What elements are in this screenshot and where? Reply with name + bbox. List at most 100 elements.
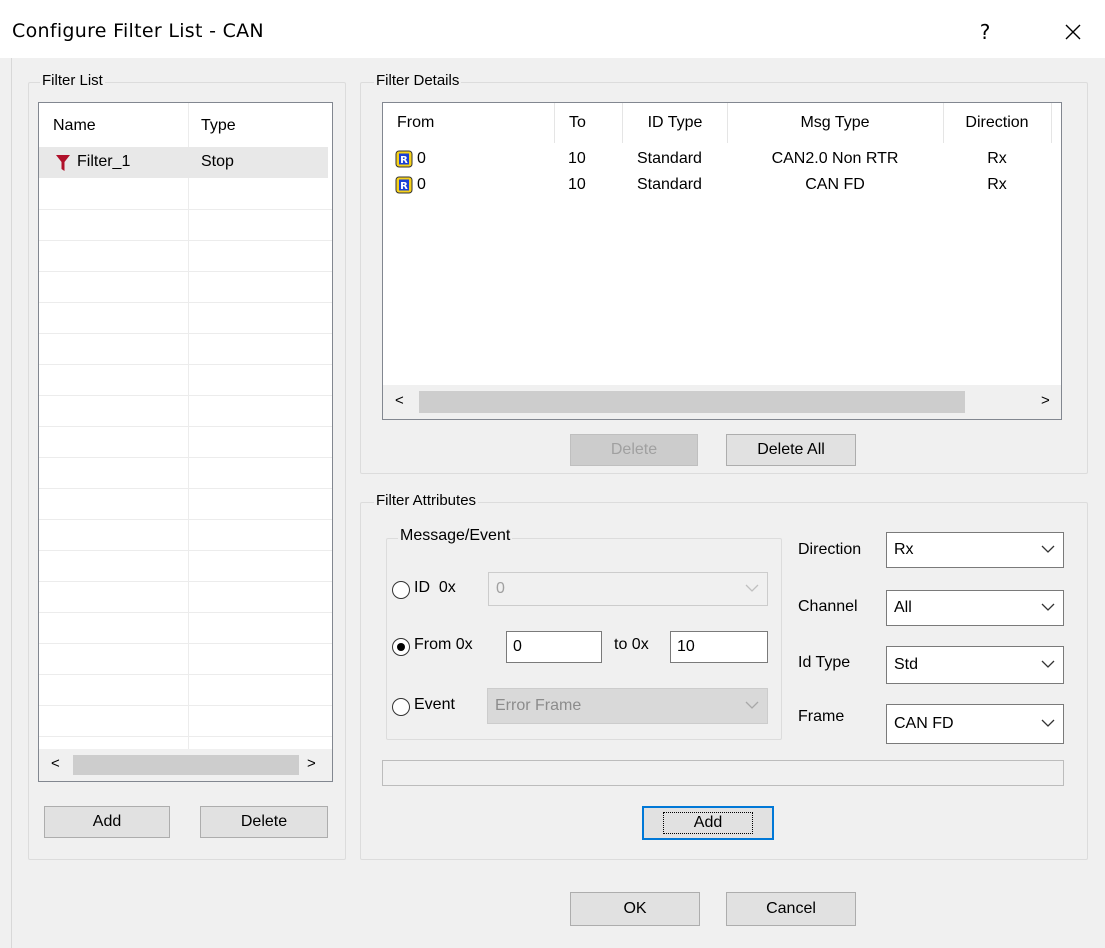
grid-line (39, 519, 332, 520)
cancel-button[interactable]: Cancel (726, 892, 856, 926)
filter-details-label: Filter Details (374, 72, 462, 89)
close-button[interactable] (1050, 10, 1096, 54)
filter-details-view[interactable]: From To ID Type Msg Type Direction R 0 1… (382, 102, 1062, 420)
ok-button[interactable]: OK (570, 892, 700, 926)
grid-line (39, 643, 332, 644)
column-header-type[interactable]: Type (201, 117, 236, 135)
frame-select[interactable]: CAN FD (886, 704, 1064, 744)
grid-line (39, 674, 332, 675)
to-input[interactable]: 10 (670, 631, 768, 663)
column-header-msg-type[interactable]: Msg Type (727, 103, 944, 143)
close-icon (1065, 24, 1081, 40)
add-attribute-button[interactable]: Add (642, 806, 774, 840)
grid-line (39, 488, 332, 489)
channel-select[interactable]: All (886, 590, 1064, 626)
frame-value: CAN FD (894, 715, 954, 732)
to-cell: 10 (568, 150, 586, 167)
svg-text:R: R (400, 181, 408, 192)
id-combo[interactable]: 0 (488, 572, 768, 606)
filter-name-cell: Filter_1 (77, 153, 131, 170)
filter-attributes-label: Filter Attributes (374, 492, 479, 509)
chevron-down-icon (1041, 603, 1055, 611)
scroll-left-icon[interactable]: < (395, 392, 404, 409)
to-cell: 10 (568, 176, 586, 193)
help-button[interactable]: ? (962, 10, 1008, 54)
grid-line (39, 581, 332, 582)
table-row[interactable]: R 0 10 Standard CAN FD Rx (383, 173, 1051, 199)
from-radio[interactable] (392, 638, 410, 656)
grid-line (39, 705, 332, 706)
scrollbar-thumb[interactable] (73, 755, 299, 775)
column-header-direction[interactable]: Direction (943, 103, 1052, 143)
add-attribute-label: Add (662, 812, 754, 834)
table-row[interactable]: Filter_1 Stop (39, 147, 328, 178)
msg-type-cell: CAN2.0 Non RTR (771, 150, 899, 167)
from-cell: 0 (417, 150, 426, 167)
add-filter-button[interactable]: Add (44, 806, 170, 838)
filter-list-scrollbar[interactable]: < > (39, 749, 332, 781)
from-input[interactable]: 0 (506, 631, 602, 663)
column-header-id-type[interactable]: ID Type (623, 103, 728, 143)
grid-line (39, 302, 332, 303)
event-combo[interactable]: Error Frame (487, 688, 768, 724)
rx-message-icon: R (395, 150, 413, 168)
frame-label: Frame (798, 708, 845, 725)
delete-detail-button[interactable]: Delete (570, 434, 698, 466)
delete-all-button[interactable]: Delete All (726, 434, 856, 466)
rx-message-icon: R (395, 176, 413, 194)
window-edge (0, 58, 12, 948)
grid-line (39, 395, 332, 396)
filter-list-label: Filter List (40, 72, 105, 89)
direction-label: Direction (798, 541, 862, 558)
status-bar (382, 760, 1064, 786)
filter-type-cell: Stop (201, 153, 234, 170)
event-radio[interactable] (392, 698, 410, 716)
id-type-cell: Standard (637, 150, 702, 167)
help-icon: ? (979, 20, 991, 44)
filter-details-scrollbar[interactable]: < > (383, 385, 1061, 419)
direction-cell: Rx (987, 176, 1007, 193)
column-header-to[interactable]: To (555, 103, 623, 143)
id-label: ID 0x (414, 579, 456, 596)
scroll-right-icon[interactable]: > (1041, 392, 1050, 409)
id-type-select[interactable]: Std (886, 646, 1064, 684)
chevron-down-icon (745, 701, 759, 709)
scroll-left-icon[interactable]: < (51, 755, 60, 772)
msg-type-cell: CAN FD (805, 176, 865, 193)
grid-line (39, 364, 332, 365)
grid-line (39, 426, 332, 427)
grid-line (39, 209, 332, 210)
channel-label: Channel (798, 598, 858, 615)
chevron-down-icon (1041, 545, 1055, 553)
message-event-label: Message/Event (398, 527, 513, 545)
scrollbar-thumb[interactable] (419, 391, 965, 413)
direction-value: Rx (894, 541, 914, 558)
to-label: to 0x (614, 636, 649, 653)
grid-line (39, 240, 332, 241)
grid-line (39, 736, 332, 737)
window-title: Configure Filter List - CAN (12, 20, 264, 42)
filter-icon (56, 155, 70, 171)
svg-text:R: R (400, 155, 408, 166)
grid-line (39, 271, 332, 272)
table-row[interactable]: R 0 10 Standard CAN2.0 Non RTR Rx (383, 147, 1051, 173)
channel-value: All (894, 599, 912, 616)
direction-select[interactable]: Rx (886, 532, 1064, 568)
event-label: Event (414, 696, 455, 713)
chevron-down-icon (1041, 719, 1055, 727)
scroll-right-icon[interactable]: > (307, 755, 316, 772)
id-type-value: Std (894, 656, 919, 673)
column-header-from[interactable]: From (383, 103, 555, 143)
grid-line (39, 457, 332, 458)
direction-cell: Rx (987, 150, 1007, 167)
event-value: Error Frame (495, 697, 582, 714)
column-header-name[interactable]: Name (53, 117, 96, 135)
grid-line (39, 333, 332, 334)
id-radio[interactable] (392, 581, 410, 599)
filter-list-view[interactable]: Name Type Filter_1 Stop < > (38, 102, 333, 782)
id-value: 0 (496, 580, 505, 597)
chevron-down-icon (1041, 660, 1055, 668)
delete-filter-button[interactable]: Delete (200, 806, 328, 838)
grid-line (39, 550, 332, 551)
from-label: From 0x (414, 636, 473, 653)
